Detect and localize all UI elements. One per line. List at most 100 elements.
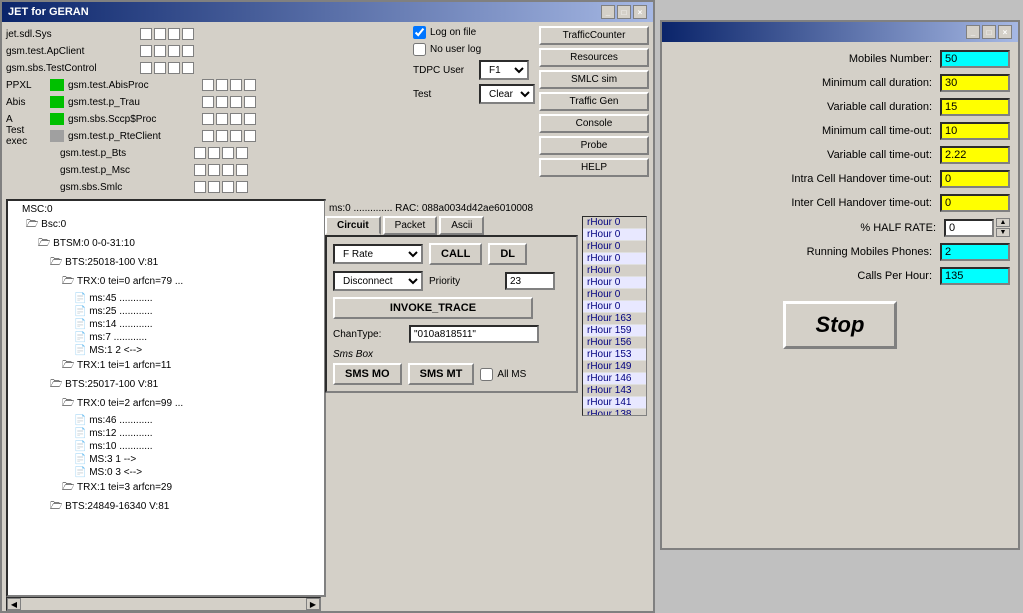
- tree-item[interactable]: 🗁 BTSM:0 0-0-31:10: [10, 235, 322, 254]
- traffic-maximize-btn[interactable]: □: [982, 25, 996, 39]
- proc-cb[interactable]: [194, 181, 206, 193]
- no-user-log-checkbox[interactable]: [413, 43, 426, 56]
- proc-cb[interactable]: [140, 45, 152, 57]
- jet-minimize-btn[interactable]: _: [601, 5, 615, 19]
- hscroll-left[interactable]: ◀: [7, 598, 21, 610]
- proc-cb[interactable]: [202, 130, 214, 142]
- tree-item[interactable]: 🗁 BTS:25017-100 V:81: [10, 376, 322, 395]
- proc-cb[interactable]: [216, 79, 228, 91]
- tree-item[interactable]: 🗁 TRX:0 tei=0 arfcn=79 ...: [10, 273, 322, 292]
- proc-cb[interactable]: [140, 28, 152, 40]
- jet-maximize-btn[interactable]: □: [617, 5, 631, 19]
- resources-button[interactable]: Resources: [539, 48, 649, 67]
- proc-cb[interactable]: [230, 79, 242, 91]
- proc-cb[interactable]: [216, 96, 228, 108]
- proc-cb[interactable]: [154, 45, 166, 57]
- log-on-file-label[interactable]: Log on file: [413, 26, 476, 39]
- tree-item[interactable]: MSC:0: [10, 203, 322, 216]
- tab-ascii[interactable]: Ascii: [439, 216, 484, 235]
- tree-item[interactable]: 🗁 TRX:0 tei=2 arfcn=99 ...: [10, 395, 322, 414]
- tab-packet[interactable]: Packet: [383, 216, 438, 235]
- sms-mt-button[interactable]: SMS MT: [408, 363, 475, 385]
- stop-button[interactable]: Stop: [783, 301, 898, 349]
- sms-mo-button[interactable]: SMS MO: [333, 363, 402, 385]
- tree-item[interactable]: 📄 MS:3 1 -->: [10, 453, 322, 466]
- proc-cb[interactable]: [202, 96, 214, 108]
- proc-cb[interactable]: [202, 113, 214, 125]
- tree-item[interactable]: 📄 MS:1 2 <-->: [10, 344, 322, 357]
- tree-item[interactable]: 📄 ms:45 ............: [10, 292, 322, 305]
- tc-input-mobiles[interactable]: [940, 50, 1010, 68]
- disconnect-dropdown[interactable]: Disconnect Connect: [333, 271, 423, 291]
- proc-cb[interactable]: [182, 62, 194, 74]
- tree-item[interactable]: 📄 ms:12 ............: [10, 427, 322, 440]
- proc-cb[interactable]: [154, 28, 166, 40]
- proc-cb[interactable]: [194, 147, 206, 159]
- half-rate-up-btn[interactable]: ▲: [996, 218, 1010, 227]
- proc-cb[interactable]: [222, 181, 234, 193]
- call-button[interactable]: CALL: [429, 243, 482, 265]
- traffic-counter-button[interactable]: TrafficCounter: [539, 26, 649, 45]
- proc-cb[interactable]: [154, 62, 166, 74]
- console-button[interactable]: Console: [539, 114, 649, 133]
- rate-dropdown[interactable]: F Rate H Rate: [333, 244, 423, 264]
- chantype-input[interactable]: [409, 325, 539, 343]
- proc-cb[interactable]: [244, 96, 256, 108]
- proc-cb[interactable]: [230, 96, 242, 108]
- proc-cb[interactable]: [230, 130, 242, 142]
- all-ms-label[interactable]: All MS: [480, 368, 526, 381]
- no-user-log-label[interactable]: No user log: [413, 43, 481, 56]
- proc-cb[interactable]: [182, 45, 194, 57]
- tree-item[interactable]: 📄 ms:25 ............: [10, 305, 322, 318]
- proc-cb[interactable]: [222, 147, 234, 159]
- tree-item[interactable]: 📄 MS:0 3 <-->: [10, 466, 322, 479]
- tree-item[interactable]: 🗁 BTS:24849-16340 V:81: [10, 498, 322, 517]
- half-rate-down-btn[interactable]: ▼: [996, 228, 1010, 237]
- dl-button[interactable]: DL: [488, 243, 527, 265]
- proc-cb[interactable]: [208, 147, 220, 159]
- tree-item[interactable]: 📄 ms:10 ............: [10, 440, 322, 453]
- tree-item[interactable]: 📄 ms:7 ............: [10, 331, 322, 344]
- log-on-file-checkbox[interactable]: [413, 26, 426, 39]
- traffic-minimize-btn[interactable]: _: [966, 25, 980, 39]
- tree-item[interactable]: 🗁 TRX:1 tei=3 arfcn=29: [10, 479, 322, 498]
- proc-cb[interactable]: [140, 62, 152, 74]
- priority-input[interactable]: [505, 272, 555, 290]
- proc-cb[interactable]: [236, 147, 248, 159]
- hscroll-right[interactable]: ▶: [306, 598, 320, 610]
- tree-item[interactable]: 🗁 Bsc:0: [10, 216, 322, 235]
- proc-cb[interactable]: [244, 130, 256, 142]
- tab-circuit[interactable]: Circuit: [325, 216, 381, 235]
- tc-input-intra-ho[interactable]: [940, 170, 1010, 188]
- proc-cb[interactable]: [244, 113, 256, 125]
- tc-input-running-mobiles[interactable]: [940, 243, 1010, 261]
- tc-input-inter-ho[interactable]: [940, 194, 1010, 212]
- tc-input-min-call-dur[interactable]: [940, 74, 1010, 92]
- invoke-trace-button[interactable]: INVOKE_TRACE: [333, 297, 533, 319]
- proc-cb[interactable]: [208, 181, 220, 193]
- tdpc-user-dropdown[interactable]: F1: [479, 60, 529, 80]
- proc-cb[interactable]: [194, 164, 206, 176]
- tc-input-var-call-dur[interactable]: [940, 98, 1010, 116]
- tree-item[interactable]: 📄 ms:46 ............: [10, 414, 322, 427]
- proc-cb[interactable]: [208, 164, 220, 176]
- traffic-close-btn[interactable]: ×: [998, 25, 1012, 39]
- proc-cb[interactable]: [236, 164, 248, 176]
- tree-item[interactable]: 🗁 TRX:1 tei=1 arfcn=11: [10, 357, 322, 376]
- proc-cb[interactable]: [202, 79, 214, 91]
- proc-cb[interactable]: [216, 113, 228, 125]
- proc-cb[interactable]: [182, 28, 194, 40]
- tree-item[interactable]: 📄 ms:14 ............: [10, 318, 322, 331]
- proc-cb[interactable]: [244, 79, 256, 91]
- help-button[interactable]: HELP: [539, 158, 649, 177]
- proc-cb[interactable]: [236, 181, 248, 193]
- probe-button[interactable]: Probe: [539, 136, 649, 155]
- smlc-sim-button[interactable]: SMLC sim: [539, 70, 649, 89]
- tc-input-var-call-to[interactable]: [940, 146, 1010, 164]
- proc-cb[interactable]: [230, 113, 242, 125]
- proc-cb[interactable]: [216, 130, 228, 142]
- tc-input-min-call-to[interactable]: [940, 122, 1010, 140]
- proc-cb[interactable]: [168, 62, 180, 74]
- tc-input-calls-per-hour[interactable]: [940, 267, 1010, 285]
- all-ms-checkbox[interactable]: [480, 368, 493, 381]
